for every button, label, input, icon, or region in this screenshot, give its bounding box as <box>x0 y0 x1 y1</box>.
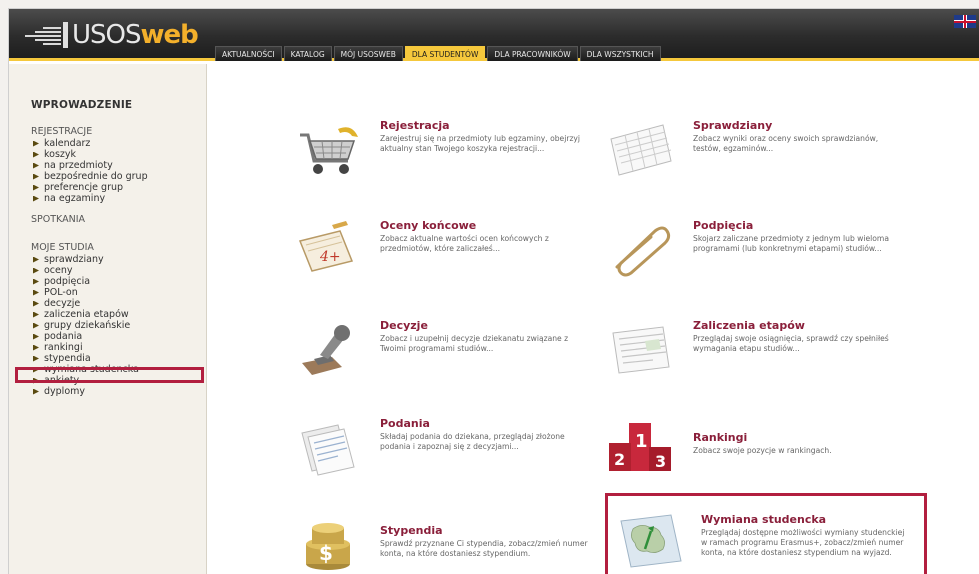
svg-text:1: 1 <box>635 431 648 452</box>
bullet-arrow-icon <box>33 256 39 263</box>
tile-description: Zarejestruj się na przedmioty lub egzami… <box>380 134 581 153</box>
bullet-arrow-icon <box>33 388 39 395</box>
bullet-arrow-icon <box>33 162 39 169</box>
tile-title[interactable]: Podania <box>380 417 430 430</box>
bullet-arrow-icon <box>33 267 39 274</box>
sidebar-item-podpiecia[interactable]: podpięcia <box>33 276 139 287</box>
tile-oceny-koncowe: 4+ Oceny końcowe Zobacz aktualne wartośc… <box>292 219 592 299</box>
tile-title[interactable]: Podpięcia <box>693 219 753 232</box>
tile-title[interactable]: Rejestracja <box>380 119 450 132</box>
bullet-arrow-icon <box>33 333 39 340</box>
bullet-arrow-icon <box>33 344 39 351</box>
logo-text-usos: USOS <box>72 20 142 50</box>
bullet-arrow-icon <box>33 311 39 318</box>
tile-title[interactable]: Oceny końcowe <box>380 219 476 232</box>
svg-text:4+: 4+ <box>319 249 341 265</box>
tab-dla-wszystkich[interactable]: DLA WSZYSTKICH <box>579 46 661 61</box>
papers-icon[interactable] <box>292 417 364 479</box>
highlight-box-wymiana <box>605 493 927 574</box>
sidebar-item-stypendia[interactable]: stypendia <box>33 353 139 364</box>
tile-zaliczenia-etapow: Zaliczenia etapów Przeglądaj swoje osiąg… <box>605 319 905 399</box>
highlight-box-sidebar <box>15 367 204 383</box>
stamp-icon[interactable] <box>292 319 364 381</box>
sidebar-item-grupy-dziekanskie[interactable]: grupy dziekańskie <box>33 320 139 331</box>
tile-decyzje: Decyzje Zobacz i uzupełnij decyzje dziek… <box>292 319 592 399</box>
tile-title[interactable]: Sprawdziany <box>693 119 772 132</box>
sidebar-item-koszyk[interactable]: koszyk <box>33 149 148 160</box>
tile-rankingi: 1 2 3 Rankingi Zobacz swoje pozycje w ra… <box>605 417 905 497</box>
sidebar-list-rejestracje: kalendarz koszyk na przedmioty bezpośred… <box>33 138 148 204</box>
bullet-arrow-icon <box>33 173 39 180</box>
tab-aktualnosci[interactable]: AKTUALNOŚCI <box>215 46 282 61</box>
logo-bar <box>63 22 68 48</box>
bullet-arrow-icon <box>33 140 39 147</box>
shopping-cart-icon[interactable] <box>292 119 364 181</box>
sidebar-item-na-egzaminy[interactable]: na egzaminy <box>33 193 148 204</box>
bullet-arrow-icon <box>33 355 39 362</box>
bullet-arrow-icon <box>33 322 39 329</box>
tile-title[interactable]: Zaliczenia etapów <box>693 319 805 332</box>
document-icon[interactable] <box>605 319 677 381</box>
spreadsheet-icon[interactable] <box>605 119 677 181</box>
sidebar-section-moje-studia[interactable]: MOJE STUDIA <box>31 242 94 253</box>
tile-description: Skojarz zaliczane przedmioty z jednym lu… <box>693 234 889 253</box>
podium-icon[interactable]: 1 2 3 <box>605 417 677 479</box>
logo-lines-icon <box>23 24 61 46</box>
logo-text-web: web <box>140 20 199 50</box>
tab-dla-studentow[interactable]: DLA STUDENTÓW <box>404 46 486 61</box>
sidebar-item-decyzje[interactable]: decyzje <box>33 298 139 309</box>
svg-text:3: 3 <box>655 452 666 471</box>
sidebar-item-na-przedmioty[interactable]: na przedmioty <box>33 160 148 171</box>
bullet-arrow-icon <box>33 195 39 202</box>
tile-description: Przeglądaj swoje osiągnięcia, sprawdź cz… <box>693 334 889 353</box>
sidebar-item-oceny[interactable]: oceny <box>33 265 139 276</box>
tile-description: Zobacz swoje pozycje w rankingach. <box>693 446 832 455</box>
bullet-arrow-icon <box>33 184 39 191</box>
main-nav-tabs: AKTUALNOŚCI KATALOG MÓJ USOSWEB DLA STUD… <box>215 46 661 61</box>
english-flag-icon[interactable] <box>954 15 976 28</box>
tile-rejestracja: Rejestracja Zarejestruj się na przedmiot… <box>292 119 592 199</box>
grade-card-icon[interactable]: 4+ <box>292 219 364 281</box>
page-frame: USOS web AKTUALNOŚCI KATALOG MÓJ USOSWEB… <box>8 8 979 574</box>
usosweb-logo[interactable]: USOS web <box>23 19 199 51</box>
tab-moj-usosweb[interactable]: MÓJ USOSWEB <box>333 46 403 61</box>
tab-katalog[interactable]: KATALOG <box>283 46 332 61</box>
sidebar-heading[interactable]: WPROWADZENIE <box>31 99 132 111</box>
tab-dla-pracownikow[interactable]: DLA PRACOWNIKÓW <box>487 46 578 61</box>
bullet-arrow-icon <box>33 151 39 158</box>
sidebar-item-rankingi[interactable]: rankingi <box>33 342 139 353</box>
bullet-arrow-icon <box>33 278 39 285</box>
sidebar-section-rejestracje[interactable]: REJESTRACJE <box>31 126 92 137</box>
top-header: USOS web AKTUALNOŚCI KATALOG MÓJ USOSWEB… <box>9 9 979 61</box>
tile-description: Zobacz wyniki oraz oceny swoich sprawdzi… <box>693 134 879 153</box>
tile-title[interactable]: Stypendia <box>380 524 443 537</box>
sidebar-item-dyplomy[interactable]: dyplomy <box>33 386 139 397</box>
svg-text:$: $ <box>319 541 333 565</box>
tile-description: Składaj podania do dziekana, przeglądaj … <box>380 432 565 451</box>
tile-description: Zobacz aktualne wartości ocen końcowych … <box>380 234 549 253</box>
tile-title[interactable]: Decyzje <box>380 319 428 332</box>
sidebar-item-pol-on[interactable]: POL-on <box>33 287 139 298</box>
sidebar: WPROWADZENIE REJESTRACJE kalendarz koszy… <box>9 64 207 574</box>
coins-icon[interactable]: $ <box>292 514 364 574</box>
tile-sprawdziany: Sprawdziany Zobacz wyniki oraz oceny swo… <box>605 119 905 199</box>
tile-podpiecia: Podpięcia Skojarz zaliczane przedmioty z… <box>605 219 905 299</box>
sidebar-item-preferencje-grup[interactable]: preferencje grup <box>33 182 148 193</box>
paperclip-icon[interactable] <box>605 219 677 281</box>
tile-title[interactable]: Rankingi <box>693 431 747 444</box>
sidebar-section-spotkania[interactable]: SPOTKANIA <box>31 214 85 225</box>
bullet-arrow-icon <box>33 300 39 307</box>
sidebar-item-bezposrednie-do-grup[interactable]: bezpośrednie do grup <box>33 171 148 182</box>
bullet-arrow-icon <box>33 289 39 296</box>
tile-stypendia: $ Stypendia Sprawdź przyznane Ci stypend… <box>292 514 592 574</box>
sidebar-item-sprawdziany[interactable]: sprawdziany <box>33 254 139 265</box>
tile-description: Zobacz i uzupełnij decyzje dziekanatu zw… <box>380 334 569 353</box>
sidebar-item-kalendarz[interactable]: kalendarz <box>33 138 148 149</box>
svg-text:2: 2 <box>614 450 625 469</box>
sidebar-item-podania[interactable]: podania <box>33 331 139 342</box>
tile-podania: Podania Składaj podania do dziekana, prz… <box>292 417 592 497</box>
sidebar-item-zaliczenia-etapow[interactable]: zaliczenia etapów <box>33 309 139 320</box>
tile-description: Sprawdź przyznane Ci stypendia, zobacz/z… <box>380 539 588 558</box>
